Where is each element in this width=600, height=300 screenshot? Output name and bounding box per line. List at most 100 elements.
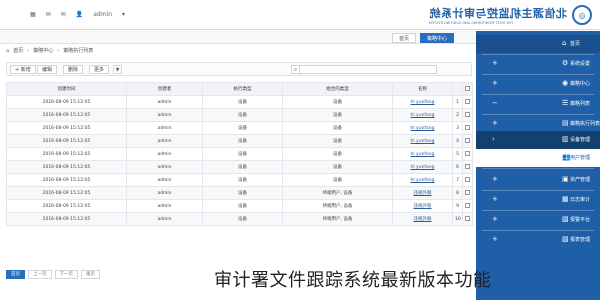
sidebar-divider xyxy=(482,168,594,169)
page-first[interactable]: 首页 xyxy=(6,270,25,279)
row-time: 2016-08-09 15:12:05 xyxy=(6,147,127,161)
row-name-link[interactable]: hl yunfang xyxy=(392,160,453,174)
table-row[interactable]: 2016-08-09 15:12:05 admin 设备 设备 hl yunfang 5 xyxy=(6,147,473,161)
row-checkbox[interactable] xyxy=(462,212,473,226)
sidebar-item-2[interactable]: + ⚙ 系统设置 xyxy=(476,55,600,73)
expand-icon[interactable]: + xyxy=(492,215,498,224)
sidebar-item-6[interactable]: › ▥ 设备管理 xyxy=(476,131,600,149)
breadcrumb-policy-center[interactable]: 策略中心 xyxy=(33,47,53,56)
page-last[interactable]: 尾页 xyxy=(81,270,100,279)
header-creator[interactable]: 创建者 xyxy=(126,82,203,96)
table-row[interactable]: 2016-08-09 15:12:05 admin 设备 设备 hl yunfang 4 xyxy=(6,134,473,148)
policy-table: 创建时间 创建者 执行类型 组合的类型 名称 2016-08-09 15:12:05 ad… xyxy=(6,82,473,226)
table-row[interactable]: 2016-08-09 15:12:05 admin 设备 终端用户, 设备 违规外联 10 xyxy=(6,212,473,226)
row-type: 设备 xyxy=(282,173,393,187)
row-checkbox[interactable] xyxy=(462,186,473,200)
row-checkbox[interactable] xyxy=(462,199,473,213)
chevron-down-icon[interactable]: ▾ xyxy=(122,11,125,18)
row-type: 设备 xyxy=(282,160,393,174)
sidebar-item-10[interactable]: + ▧ 报警平台 xyxy=(476,211,600,229)
page-next[interactable]: 下一页 xyxy=(54,270,78,279)
sidebar-item-9[interactable]: + ▦ 日志审计 xyxy=(476,191,600,209)
expand-icon[interactable]: + xyxy=(492,195,498,204)
grid-icon[interactable]: ▦ xyxy=(30,11,36,18)
sidebar-item-icon: ⌂ xyxy=(562,39,567,47)
sidebar-item-8[interactable]: + ▣ 资产管理 xyxy=(476,171,600,189)
expand-icon[interactable]: + xyxy=(492,79,498,88)
sidebar-item-4[interactable]: − ☰ 策略列表 xyxy=(476,95,600,113)
row-time: 2016-08-09 15:12:05 xyxy=(6,108,127,122)
row-checkbox[interactable] xyxy=(462,160,473,174)
table-row[interactable]: 2016-08-09 15:12:05 admin 设备 终端用户, 设备 违规外联 8 xyxy=(6,186,473,200)
row-name-link[interactable]: hl yunfang xyxy=(392,121,453,135)
row-name-link[interactable]: 违规外联 xyxy=(392,186,453,200)
table-row[interactable]: 2016-08-09 15:12:05 admin 设备 设备 hl yunfang 1 xyxy=(6,95,473,109)
table-row[interactable]: 2016-08-09 15:12:05 admin 设备 设备 hl yunfang 7 xyxy=(6,173,473,187)
row-type: 设备 xyxy=(282,95,393,109)
row-type: 设备 xyxy=(282,108,393,122)
tab-strip: 首页 策略中心 xyxy=(0,31,476,44)
page-prev[interactable]: 上一页 xyxy=(28,270,52,279)
row-exec: 设备 xyxy=(202,212,283,226)
tab-policy-center[interactable]: 策略中心 xyxy=(420,33,455,43)
bell-icon[interactable]: ✉ xyxy=(61,11,66,18)
top-bar: ▦ ✉ ✉ 👤 admin ▾ 北信源主机监控与审计系统 THE HOST MO… xyxy=(0,0,600,30)
more-button[interactable]: 更多 xyxy=(89,65,110,74)
row-checkbox[interactable] xyxy=(462,173,473,187)
row-checkbox[interactable] xyxy=(462,108,473,122)
delete-button[interactable]: 删除 xyxy=(63,65,84,74)
row-name-link[interactable]: hl yunfang xyxy=(392,134,453,148)
row-name-link[interactable]: hl yunfang xyxy=(392,147,453,161)
edit-button[interactable]: 编辑 xyxy=(37,65,58,74)
row-name-link[interactable]: hl yunfang xyxy=(392,173,453,187)
header-time[interactable]: 创建时间 xyxy=(6,82,127,96)
row-name-link[interactable]: hl yunfang xyxy=(392,108,453,122)
table-row[interactable]: 2016-08-09 15:12:05 admin 设备 设备 hl yunfang 3 xyxy=(6,121,473,135)
sidebar-item-icon: ▥ xyxy=(562,135,569,143)
user-icon[interactable]: 👤 xyxy=(76,11,83,18)
header-exec[interactable]: 执行类型 xyxy=(202,82,283,96)
table-row[interactable]: 2016-08-09 15:12:05 admin 设备 终端用户, 设备 违规外联 9 xyxy=(6,199,473,213)
sidebar-item-label: 策略列表 xyxy=(570,101,591,107)
row-creator: admin xyxy=(126,173,203,187)
row-creator: admin xyxy=(126,108,203,122)
row-index: 1 xyxy=(452,95,463,109)
sidebar-item-11[interactable]: + ▨ 报表管理 xyxy=(476,231,600,249)
sidebar-item-1[interactable]: ⌂ 首页 xyxy=(476,35,600,53)
expand-icon[interactable]: + xyxy=(492,235,498,244)
expand-icon[interactable]: + xyxy=(492,175,498,184)
sidebar-item-7[interactable]: 👥 用户管理 xyxy=(476,149,600,167)
table-row[interactable]: 2016-08-09 15:12:05 admin 设备 设备 hl yunfang 2 xyxy=(6,108,473,122)
header-type[interactable]: 组合的类型 xyxy=(282,82,393,96)
row-index: 9 xyxy=(452,199,463,213)
search-input[interactable] xyxy=(297,65,437,74)
add-button[interactable]: + 新增 xyxy=(10,65,36,74)
row-checkbox[interactable] xyxy=(462,147,473,161)
row-checkbox[interactable] xyxy=(462,95,473,109)
row-name-link[interactable]: hl yunfang xyxy=(392,95,453,109)
username[interactable]: admin xyxy=(93,11,112,18)
table-row[interactable]: 2016-08-09 15:12:05 admin 设备 设备 hl yunfang 6 xyxy=(6,160,473,174)
header-name[interactable]: 名称 xyxy=(392,82,453,96)
mail-icon[interactable]: ✉ xyxy=(46,11,51,18)
chevron-down-icon[interactable]: ▼ xyxy=(113,65,122,74)
row-name-link[interactable]: 违规外联 xyxy=(392,212,453,226)
row-exec: 设备 xyxy=(202,108,283,122)
sidebar-item-3[interactable]: + ◉ 策略中心 xyxy=(476,75,600,93)
row-index: 7 xyxy=(452,173,463,187)
expand-icon[interactable]: − xyxy=(492,99,498,108)
row-checkbox[interactable] xyxy=(462,121,473,135)
tab-home[interactable]: 首页 xyxy=(392,33,417,43)
sidebar-item-label: 报警平台 xyxy=(570,217,591,223)
header-checkbox[interactable] xyxy=(462,82,473,96)
row-creator: admin xyxy=(126,95,203,109)
row-checkbox[interactable] xyxy=(462,134,473,148)
expand-icon[interactable]: › xyxy=(492,135,495,144)
breadcrumb-home[interactable]: 首页 xyxy=(13,47,23,56)
expand-icon[interactable]: + xyxy=(492,119,498,128)
expand-icon[interactable]: + xyxy=(492,59,498,68)
row-name-link[interactable]: 违规外联 xyxy=(392,199,453,213)
search-icon[interactable]: ⌕ xyxy=(291,65,300,74)
top-icons: ▦ ✉ ✉ 👤 admin ▾ xyxy=(30,11,125,18)
toolbar: + 新增 编辑 删除 更多 ▼ ⌕ xyxy=(6,62,472,76)
